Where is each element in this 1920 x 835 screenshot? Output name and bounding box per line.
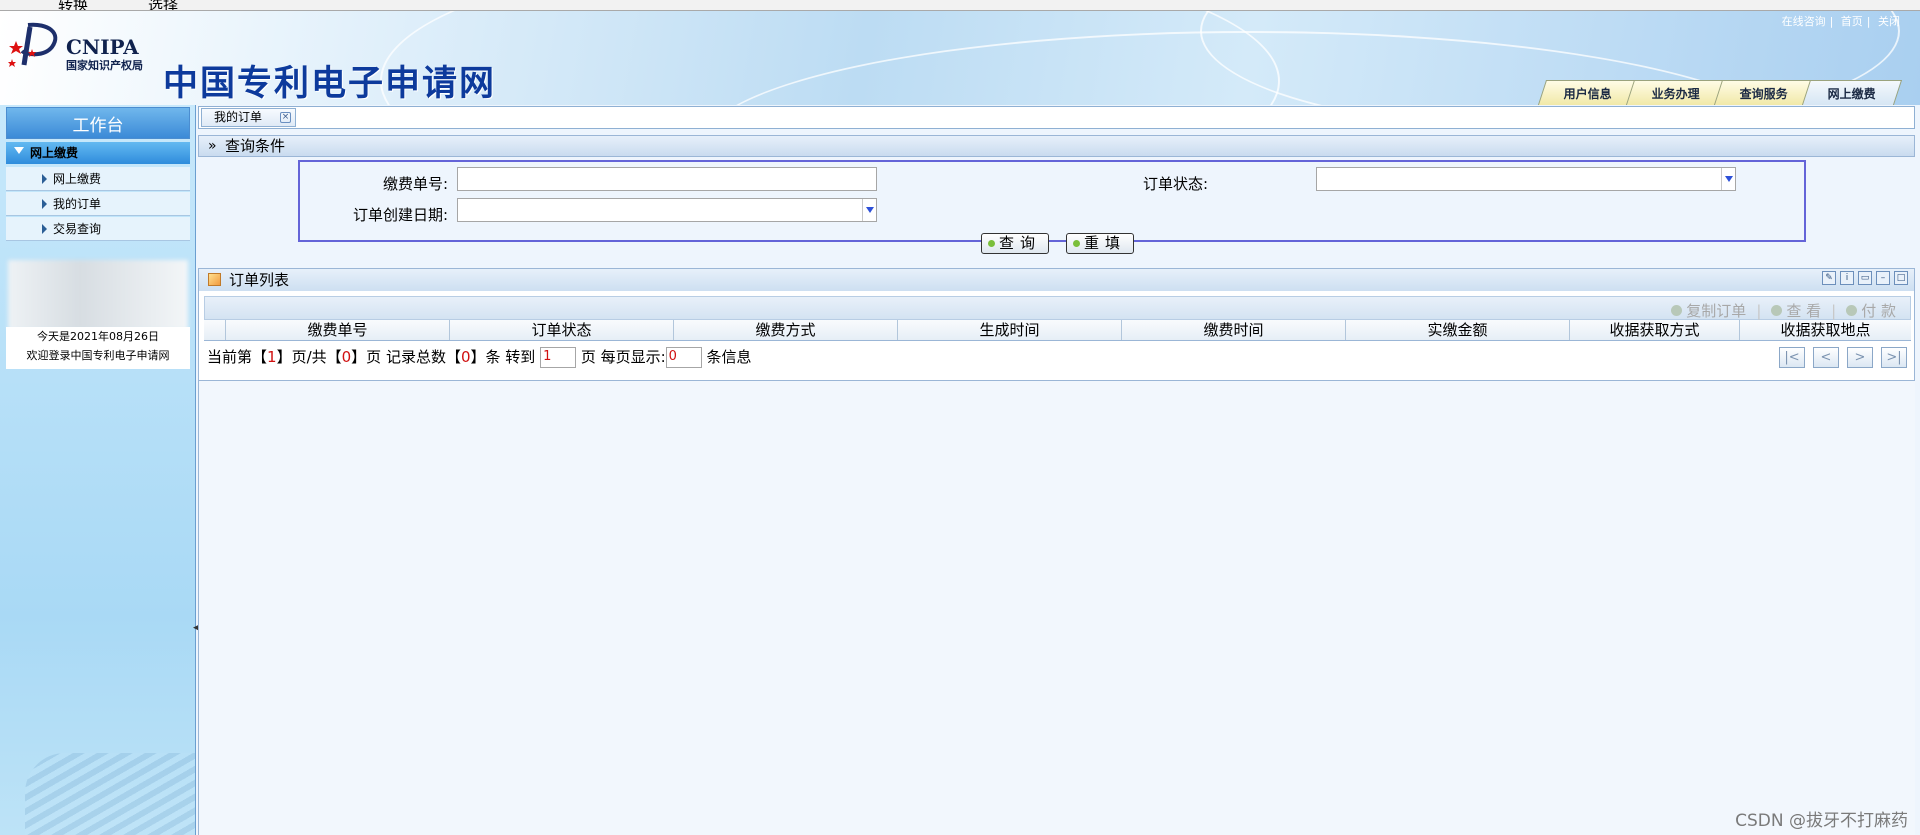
reset-bullet-icon — [1073, 240, 1080, 247]
expand-triangle-icon — [14, 147, 24, 154]
pager-nav: |< < > >| — [1779, 347, 1907, 368]
pay-icon — [1846, 305, 1858, 316]
fee-no-label: 缴费单号: — [382, 175, 448, 193]
select-menu[interactable]: 选择 — [148, 0, 178, 10]
column-header[interactable]: 收据获取方式 — [1570, 320, 1740, 340]
fee-no-input[interactable] — [457, 167, 877, 191]
keyboard-decoration — [25, 753, 195, 835]
arrow-right-icon — [42, 199, 47, 209]
sidebar-item-transaction-query[interactable]: 交易查询 — [6, 217, 190, 241]
logo-subtitle: 国家知识产权局 — [66, 59, 143, 72]
close-link[interactable]: 关闭 — [1878, 15, 1900, 28]
welcome-info: 今天是2021年08月26日 欢迎登录中国专利电子申请网 — [6, 327, 190, 369]
column-header[interactable]: 实缴金额 — [1346, 320, 1570, 340]
arrow-right-icon — [42, 224, 47, 234]
copy-order-icon — [1671, 305, 1683, 316]
view-button[interactable]: 查 看 — [1771, 300, 1821, 321]
create-date-label: 订单创建日期: — [352, 206, 448, 224]
sidebar-item-my-orders[interactable]: 我的订单 — [6, 192, 190, 216]
cnipa-emblem-icon — [8, 22, 58, 67]
order-list-toolbar: 复制订单 | 查 看 | 付 款 — [204, 296, 1911, 320]
column-header[interactable]: 收据获取地点 — [1740, 320, 1911, 340]
pagination: 当前第【1】页/共【0】页 记录总数【0】条 转到 1 页 每页显示: 0 条信息… — [204, 345, 1911, 371]
watermark: CSDN @拔牙不打麻药 — [1735, 811, 1908, 831]
column-header[interactable]: 缴费方式 — [674, 320, 898, 340]
list-icon — [208, 273, 221, 286]
main-nav-tabs: 用户信息 业务办理 查询服务 网上缴费 — [1537, 80, 1903, 105]
tab-business[interactable]: 业务办理 — [1625, 80, 1727, 105]
panel-tools: ✎ i ▭ – □ — [1822, 271, 1908, 285]
page-size-input[interactable]: 0 — [665, 347, 702, 368]
goto-page-input[interactable]: 1 — [540, 347, 577, 368]
sidebar-photo — [8, 260, 188, 330]
sidebar-item-online-payment[interactable]: 网上缴费 — [6, 167, 190, 191]
site-header: CNIPA 国家知识产权局 中国专利电子申请网 在线咨询 | 首页 | 关闭 用户信… — [0, 11, 1920, 105]
main-content-area — [198, 381, 1915, 835]
sidebar: 工作台 网上缴费 网上缴费 我的订单 交易查询 今天是2021年08月26日 欢… — [0, 105, 200, 835]
document-tabbar: 我的订单 × — [198, 106, 1915, 129]
arrow-right-icon — [42, 174, 47, 184]
dropdown-arrow-icon[interactable] — [1721, 168, 1735, 190]
column-header[interactable]: 订单状态 — [450, 320, 674, 340]
last-page-icon[interactable]: >| — [1881, 347, 1907, 368]
sidebar-section-online-payment[interactable]: 网上缴费 — [6, 142, 190, 164]
minimize-icon[interactable]: – — [1876, 271, 1890, 285]
online-consult-link[interactable]: 在线咨询 — [1782, 15, 1826, 28]
next-page-icon[interactable]: > — [1847, 347, 1873, 368]
sidebar-header: 工作台 — [6, 107, 190, 139]
close-tab-icon[interactable]: × — [280, 112, 291, 123]
column-header[interactable]: 生成时间 — [898, 320, 1122, 340]
tab-user-info[interactable]: 用户信息 — [1537, 80, 1639, 105]
date-text: 今天是2021年08月26日 — [37, 330, 159, 343]
prev-page-icon[interactable]: < — [1813, 347, 1839, 368]
site-title: 中国专利电子申请网 — [163, 64, 497, 104]
order-list-header: 订单列表 ✎ i ▭ – □ — [199, 269, 1914, 291]
total-pages: 0 — [341, 348, 352, 366]
reset-button[interactable]: 重填 — [1066, 233, 1134, 254]
search-button[interactable]: 查询 — [981, 233, 1049, 254]
tab-query-service[interactable]: 查询服务 — [1713, 80, 1815, 105]
column-header[interactable]: 缴费时间 — [1122, 320, 1346, 340]
query-panel-header: » 查询条件 — [198, 135, 1915, 157]
search-bullet-icon — [988, 240, 995, 247]
logo-text: CNIPA — [66, 35, 139, 59]
current-page: 1 — [267, 348, 277, 366]
browser-toolbar: 转换 选择 — [0, 0, 1920, 11]
pay-button[interactable]: 付 款 — [1846, 300, 1896, 321]
order-status-label: 订单状态: — [1142, 175, 1208, 193]
create-date-input[interactable] — [457, 198, 877, 222]
tab-my-orders[interactable]: 我的订单 × — [201, 108, 296, 127]
copy-order-button[interactable]: 复制订单 — [1671, 300, 1746, 321]
settings-icon[interactable]: ✎ — [1822, 271, 1836, 285]
cnipa-logo: CNIPA 国家知识产权局 — [8, 21, 178, 76]
tab-online-payment[interactable]: 网上缴费 — [1801, 80, 1903, 105]
first-page-icon[interactable]: |< — [1779, 347, 1805, 368]
column-header[interactable]: 缴费单号 — [226, 320, 450, 340]
query-form: 缴费单号: 订单状态: 订单创建日期: — [298, 160, 1806, 242]
home-link[interactable]: 首页 — [1841, 15, 1863, 28]
convert-menu[interactable]: 转换 — [58, 0, 88, 10]
welcome-text: 欢迎登录中国专利电子申请网 — [26, 349, 170, 362]
double-chevron-icon: » — [208, 138, 217, 154]
order-status-select[interactable] — [1316, 167, 1736, 191]
date-dropdown-icon[interactable] — [862, 199, 876, 221]
total-records: 0 — [460, 348, 471, 366]
row-select-header — [204, 320, 226, 340]
view-icon — [1771, 305, 1783, 316]
window-icon[interactable]: ▭ — [1858, 271, 1872, 285]
maximize-icon[interactable]: □ — [1894, 271, 1908, 285]
order-list-panel: 订单列表 ✎ i ▭ – □ 复制订单 | 查 看 | 付 款 缴费单号 订单状… — [198, 268, 1915, 381]
order-grid-header: 缴费单号 订单状态 缴费方式 生成时间 缴费时间 实缴金额 收据获取方式 收据获… — [204, 320, 1911, 341]
info-icon[interactable]: i — [1840, 271, 1854, 285]
top-links: 在线咨询 | 首页 | 关闭 — [1781, 15, 1900, 28]
